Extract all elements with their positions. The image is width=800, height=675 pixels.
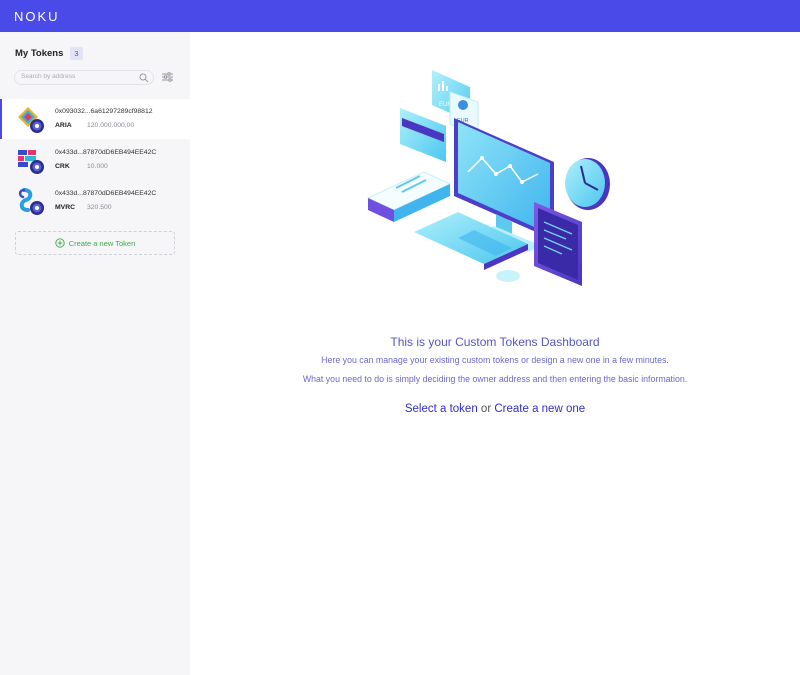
aria-token-avatar-icon — [18, 107, 44, 133]
main-content: EUR EUR This is your Custom Tokens Dashb… — [190, 32, 800, 675]
dashboard-description-1: Here you can manage your existing custom… — [321, 355, 669, 365]
sidebar-header: My Tokens 3 — [15, 47, 83, 60]
token-supply: 120.000.000,00 — [87, 122, 135, 129]
create-new-token-link[interactable]: Create a new one — [494, 403, 585, 415]
token-address: 0x433d...87870dD6EB494EE42C — [55, 190, 157, 197]
token-supply: 10.000 — [87, 163, 108, 170]
token-address: 0x433d...87870dD6EB494EE42C — [55, 149, 157, 156]
token-supply: 320.500 — [87, 204, 112, 211]
token-symbol: ARIA — [55, 122, 72, 129]
mvrc-token-avatar-icon — [18, 188, 44, 215]
search-placeholder: Search by address — [21, 73, 76, 80]
plus-circle-icon — [55, 238, 65, 248]
token-symbol: MVRC — [55, 204, 76, 211]
token-item-aria[interactable]: 0x093032...6a61297289cf98812 ARIA 120.00… — [0, 99, 190, 139]
call-to-action: Select a token or Create a new one — [190, 403, 800, 415]
noku-logo[interactable]: NOKU — [14, 9, 60, 24]
token-item-mvrc[interactable]: 0x433d...87870dD6EB494EE42C MVRC 320.500 — [0, 181, 190, 221]
token-symbol: CRK — [55, 163, 70, 170]
search-icon[interactable] — [139, 73, 149, 83]
filter-sliders-icon[interactable] — [162, 72, 173, 82]
create-token-label: Create a new Token — [68, 238, 136, 248]
select-token-link[interactable]: Select a token — [405, 403, 478, 415]
cta-or-text: or — [477, 403, 495, 415]
dashboard-illustration: EUR EUR — [366, 70, 610, 286]
sidebar-title: My Tokens — [15, 48, 64, 59]
sidebar: My Tokens 3 Search by address 0x093032..… — [0, 32, 190, 675]
top-bar: NOKU — [0, 0, 800, 32]
search-input[interactable]: Search by address — [14, 70, 154, 85]
token-address: 0x093032...6a61297289cf98812 — [55, 108, 153, 115]
crk-token-avatar-icon — [18, 150, 44, 174]
dashboard-description-2: What you need to do is simply deciding t… — [302, 374, 688, 384]
token-count-badge: 3 — [70, 47, 83, 60]
create-token-button[interactable]: Create a new Token — [15, 231, 175, 255]
dashboard-title: This is your Custom Tokens Dashboard — [390, 335, 600, 349]
token-item-crk[interactable]: 0x433d...87870dD6EB494EE42C CRK 10.000 — [0, 140, 190, 180]
